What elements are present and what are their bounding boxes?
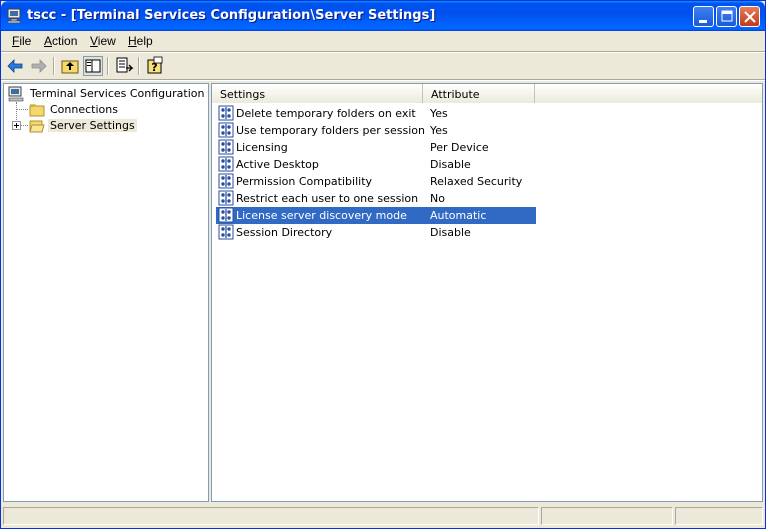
list-row[interactable]: Permission Compatibility Relaxed Security <box>216 173 536 190</box>
app-window: tscc - [Terminal Services Configuration\… <box>0 0 766 529</box>
open-folder-icon <box>29 120 45 133</box>
setting-name: Restrict each user to one session <box>236 192 419 205</box>
menu-action-accel: A <box>44 34 53 48</box>
tree-item-label: Connections <box>50 103 118 116</box>
help-icon[interactable]: ? <box>145 56 165 76</box>
setting-name: License server discovery mode <box>236 209 407 222</box>
up-one-level-icon[interactable] <box>60 56 80 76</box>
tree-item-connections[interactable]: Connections <box>6 102 206 118</box>
column-header-empty <box>535 84 762 103</box>
menu-action-label: ction <box>52 34 78 48</box>
toolbar-divider <box>138 57 140 75</box>
setting-icon <box>218 190 234 206</box>
maximize-button[interactable] <box>716 6 737 27</box>
setting-name: Active Desktop <box>236 158 319 171</box>
tree-item-label: Server Settings <box>48 119 137 132</box>
tree-item-label: Terminal Services Configuration <box>30 87 205 100</box>
setting-icon <box>218 105 234 121</box>
setting-name: Permission Compatibility <box>236 175 373 188</box>
setting-attribute: Per Device <box>430 141 489 154</box>
status-bar <box>1 504 765 528</box>
setting-attribute: Yes <box>430 107 448 120</box>
setting-attribute: Relaxed Security <box>430 175 523 188</box>
show-hide-tree-button[interactable] <box>83 56 103 76</box>
setting-icon <box>218 173 234 189</box>
expand-toggle[interactable] <box>12 121 21 130</box>
toolbar-separator <box>1 79 765 81</box>
status-cell <box>541 507 673 525</box>
column-header-settings[interactable]: Settings <box>212 84 423 103</box>
terminal-services-icon <box>8 86 24 102</box>
title-bar[interactable]: tscc - [Terminal Services Configuration\… <box>1 1 765 31</box>
list-row[interactable]: Licensing Per Device <box>216 139 536 156</box>
setting-icon <box>218 139 234 155</box>
minimize-button[interactable] <box>693 6 714 27</box>
list-row[interactable]: Use temporary folders per session Yes <box>216 122 536 139</box>
list-row[interactable]: License server discovery mode Automatic <box>216 207 536 224</box>
toolbar: ? <box>1 53 765 79</box>
mmc-app-icon <box>7 8 21 24</box>
list-header: Settings Attribute <box>212 84 762 103</box>
export-list-icon[interactable] <box>114 56 134 76</box>
list-row[interactable]: Active Desktop Disable <box>216 156 536 173</box>
menu-help[interactable]: Help <box>128 34 153 48</box>
setting-attribute: Disable <box>430 226 471 239</box>
status-cell-main <box>3 507 539 525</box>
folder-icon <box>29 104 45 117</box>
setting-icon <box>218 122 234 138</box>
setting-icon <box>218 224 234 240</box>
setting-name: Use temporary folders per session <box>236 124 425 137</box>
close-button[interactable] <box>739 6 760 27</box>
setting-attribute: Automatic <box>430 209 487 222</box>
list-row[interactable]: Delete temporary folders on exit Yes <box>216 105 536 122</box>
back-arrow-icon[interactable] <box>5 56 25 76</box>
show-hide-tree-icon <box>85 59 101 73</box>
setting-attribute: Yes <box>430 124 448 137</box>
toolbar-divider <box>107 57 109 75</box>
menu-view-accel: V <box>90 34 98 48</box>
setting-attribute: Disable <box>430 158 471 171</box>
tree-item-root[interactable]: Terminal Services Configuration <box>6 86 206 102</box>
menu-file[interactable]: File <box>12 34 31 48</box>
minimize-icon <box>699 20 707 23</box>
details-list[interactable]: Settings Attribute Delete temporary fold… <box>211 83 763 502</box>
status-cell <box>675 507 763 525</box>
setting-icon <box>218 207 234 223</box>
setting-name: Delete temporary folders on exit <box>236 107 416 120</box>
toolbar-divider <box>53 57 55 75</box>
setting-attribute: No <box>430 192 445 205</box>
setting-name: Session Directory <box>236 226 333 239</box>
menu-bar: File Action View Help <box>1 31 765 51</box>
menu-file-label: ile <box>19 34 32 48</box>
forward-arrow-icon[interactable] <box>29 56 49 76</box>
menu-action[interactable]: Action <box>44 34 77 48</box>
window-title: tscc - [Terminal Services Configuration\… <box>27 8 436 23</box>
menu-view-label: iew <box>97 34 116 48</box>
list-row[interactable]: Restrict each user to one session No <box>216 190 536 207</box>
plus-icon <box>14 123 19 128</box>
list-row[interactable]: Session Directory Disable <box>216 224 536 241</box>
tree-item-server-settings[interactable]: Server Settings <box>6 118 206 134</box>
setting-icon <box>218 156 234 172</box>
maximize-icon <box>721 10 733 22</box>
close-icon <box>744 11 756 23</box>
column-header-attribute[interactable]: Attribute <box>423 84 535 103</box>
menu-help-accel: H <box>128 34 137 48</box>
menu-help-label: elp <box>136 34 153 48</box>
setting-name: Licensing <box>236 141 288 154</box>
menu-view[interactable]: View <box>90 34 116 48</box>
console-tree[interactable]: Terminal Services Configuration Connecti… <box>3 83 209 502</box>
